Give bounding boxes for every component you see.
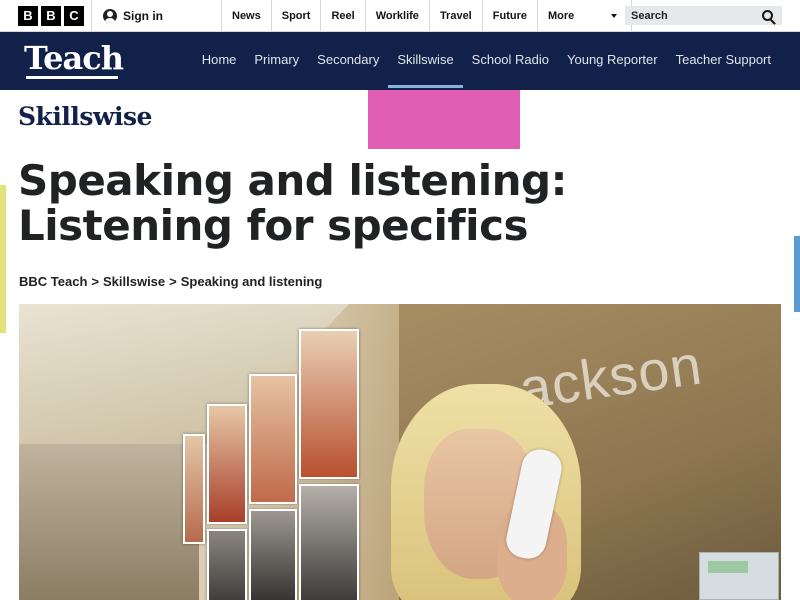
left-accent-bar — [0, 185, 6, 333]
teach-logo[interactable]: Teach — [24, 39, 124, 79]
breadcrumb-separator: > — [91, 274, 99, 289]
teach-logo-underline — [26, 76, 118, 79]
wall-photo — [207, 404, 247, 524]
top-nav-more[interactable]: More — [536, 0, 632, 32]
teach-nav-young-reporter[interactable]: Young Reporter — [558, 32, 667, 90]
more-label: More — [547, 10, 575, 22]
search-box — [625, 6, 782, 25]
bbc-logo-letter-c: C — [64, 6, 84, 26]
top-nav-reel[interactable]: Reel — [320, 0, 364, 32]
chevron-down-icon — [610, 14, 617, 18]
teach-nav: Home Primary Secondary Skillswise School… — [193, 32, 780, 90]
top-nav-news[interactable]: News — [221, 0, 271, 32]
sign-in-label: Sign in — [123, 9, 163, 23]
teach-logo-text: Teach — [24, 39, 124, 77]
search-input[interactable] — [631, 9, 751, 22]
teach-nav-skillswise[interactable]: Skillswise — [388, 32, 464, 90]
teach-nav-home[interactable]: Home — [193, 32, 246, 90]
teach-nav-secondary[interactable]: Secondary — [308, 32, 388, 90]
bbc-top-bar: B B C Sign in News Sport Reel Worklife T… — [0, 0, 800, 32]
breadcrumb-separator: > — [169, 274, 177, 289]
bbc-top-nav: News Sport Reel Worklife Travel Future M… — [221, 0, 632, 32]
bbc-logo-letter-b2: B — [41, 6, 61, 26]
top-nav-travel[interactable]: Travel — [428, 0, 482, 32]
wall-photo — [299, 484, 359, 600]
teach-header: Teach Home Primary Secondary Skillswise … — [0, 32, 800, 90]
device-screen — [708, 561, 748, 573]
wall-photo — [299, 329, 359, 479]
teach-nav-school-radio[interactable]: School Radio — [463, 32, 558, 90]
brand-accent-block — [368, 90, 520, 149]
video-scene-photos — [179, 324, 389, 600]
breadcrumb: BBC Teach > Skillswise > Speaking and listen… — [19, 274, 322, 289]
bbc-logo[interactable]: B B C — [18, 6, 84, 26]
bbc-logo-letter-b1: B — [18, 6, 38, 26]
top-nav-future[interactable]: Future — [481, 0, 537, 32]
video-scene-device — [699, 552, 779, 600]
teach-nav-primary[interactable]: Primary — [245, 32, 308, 90]
wall-photo — [207, 529, 247, 600]
right-accent-bar — [794, 236, 800, 312]
page-title: Speaking and listening: Listening for sp… — [18, 156, 567, 250]
top-nav-worklife[interactable]: Worklife — [364, 0, 429, 32]
wall-photo — [249, 509, 297, 600]
breadcrumb-skillswise[interactable]: Skillswise — [103, 274, 165, 289]
teach-nav-teacher-support[interactable]: Teacher Support — [667, 32, 780, 90]
user-icon — [103, 9, 117, 23]
sign-in-link[interactable]: Sign in — [103, 8, 163, 24]
skillswise-brand[interactable]: Skillswise — [18, 102, 152, 131]
video-player[interactable]: ackson — [19, 304, 781, 600]
search-icon[interactable] — [762, 10, 773, 21]
divider — [91, 0, 92, 32]
wall-photo — [183, 434, 205, 544]
breadcrumb-speaking-listening[interactable]: Speaking and listening — [181, 274, 323, 289]
breadcrumb-bbc-teach[interactable]: BBC Teach — [19, 274, 87, 289]
wall-photo — [249, 374, 297, 504]
top-nav-sport[interactable]: Sport — [270, 0, 321, 32]
